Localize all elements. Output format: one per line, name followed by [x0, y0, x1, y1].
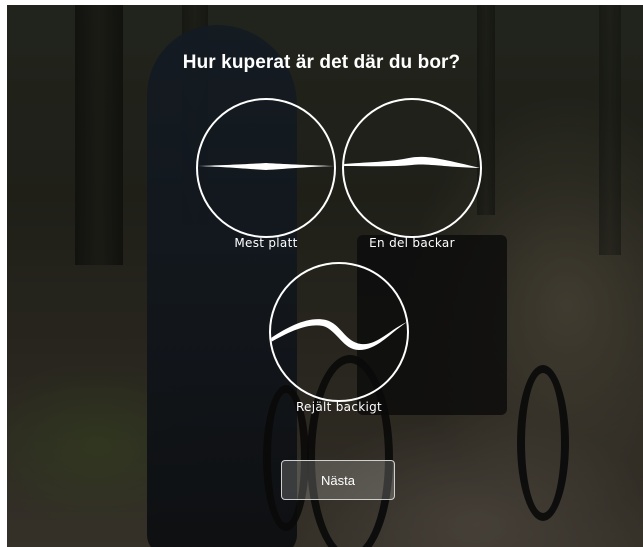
option-label: Rejält backigt [295, 400, 383, 414]
option-en-del-backar[interactable]: En del backar [342, 98, 482, 250]
next-button[interactable]: Nästa [281, 460, 395, 500]
flat-terrain-icon [196, 98, 336, 238]
hilliness-question-screen: Hur kuperat är det där du bor? Mest plat… [0, 0, 643, 547]
steep-hills-icon [269, 262, 409, 402]
option-mest-platt[interactable]: Mest platt [196, 98, 336, 250]
option-label: En del backar [369, 236, 455, 250]
question-title: Hur kuperat är det där du bor? [182, 52, 461, 73]
option-rejalt-backigt[interactable]: Rejält backigt [269, 262, 409, 414]
gentle-hills-icon [342, 98, 482, 238]
